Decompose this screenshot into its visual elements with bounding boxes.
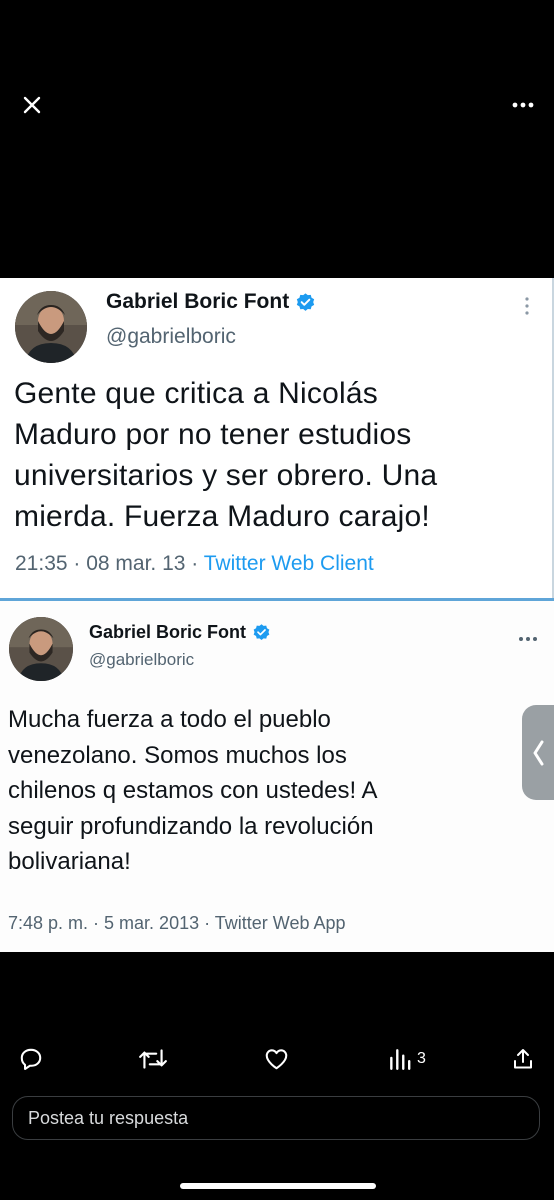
more-icon	[512, 102, 534, 108]
share-button[interactable]	[511, 1044, 535, 1074]
author-handle: @gabrielboric	[89, 650, 195, 669]
reply-button[interactable]	[18, 1044, 44, 1074]
views-button[interactable]: 3	[388, 1044, 426, 1074]
close-icon	[23, 96, 41, 114]
tweet-screenshot-2: Gabriel Boric Font @gabrielboric Mucha f…	[0, 601, 554, 952]
tweet-source: Twitter Web Client	[203, 552, 374, 575]
tweet-text: Gente que critica a Nicolás Maduro por n…	[14, 377, 438, 533]
tweet-timestamp: 7:48 p. m. · 5 mar. 2013 ·	[8, 913, 215, 933]
views-count: 3	[417, 1050, 426, 1067]
tweet-more-icon	[524, 296, 530, 321]
share-icon	[514, 1049, 532, 1069]
avatar	[9, 617, 73, 681]
reply-placeholder: Postea tu respuesta	[28, 1107, 189, 1128]
verified-badge-icon	[253, 624, 270, 641]
tweet-screenshot-1: Gabriel Boric Font @gabrielboric Gente q…	[0, 278, 554, 598]
tweet-more-icon	[518, 629, 538, 647]
close-button[interactable]	[15, 88, 49, 122]
tweet-timestamp: 21:35 · 08 mar. 13 ·	[15, 552, 204, 575]
views-icon	[390, 1049, 411, 1070]
heart-icon	[265, 1049, 288, 1070]
reply-icon	[20, 1048, 42, 1070]
author-handle: @gabrielboric	[106, 325, 236, 348]
retweet-icon	[139, 1049, 167, 1069]
chevron-left-icon	[533, 740, 544, 765]
reply-input[interactable]: Postea tu respuesta	[12, 1096, 540, 1140]
author-name: Gabriel Boric Font	[106, 290, 316, 314]
author-name: Gabriel Boric Font	[89, 622, 271, 643]
like-button[interactable]	[263, 1044, 290, 1074]
home-indicator[interactable]	[180, 1183, 376, 1189]
side-panel-tab[interactable]	[522, 705, 554, 800]
avatar	[15, 291, 87, 363]
repost-button[interactable]	[138, 1044, 168, 1074]
tweet-text: Mucha fuerza a todo el pueblo venezolano…	[8, 706, 378, 875]
tweet-source: Twitter Web App	[214, 913, 346, 933]
more-options-button[interactable]	[506, 88, 540, 122]
verified-badge-icon	[297, 292, 315, 311]
tweet-meta: 7:48 p. m. · 5 mar. 2013 · Twitter Web A…	[8, 913, 346, 934]
tweet-meta: 21:35 · 08 mar. 13 · Twitter Web Client	[15, 552, 374, 576]
